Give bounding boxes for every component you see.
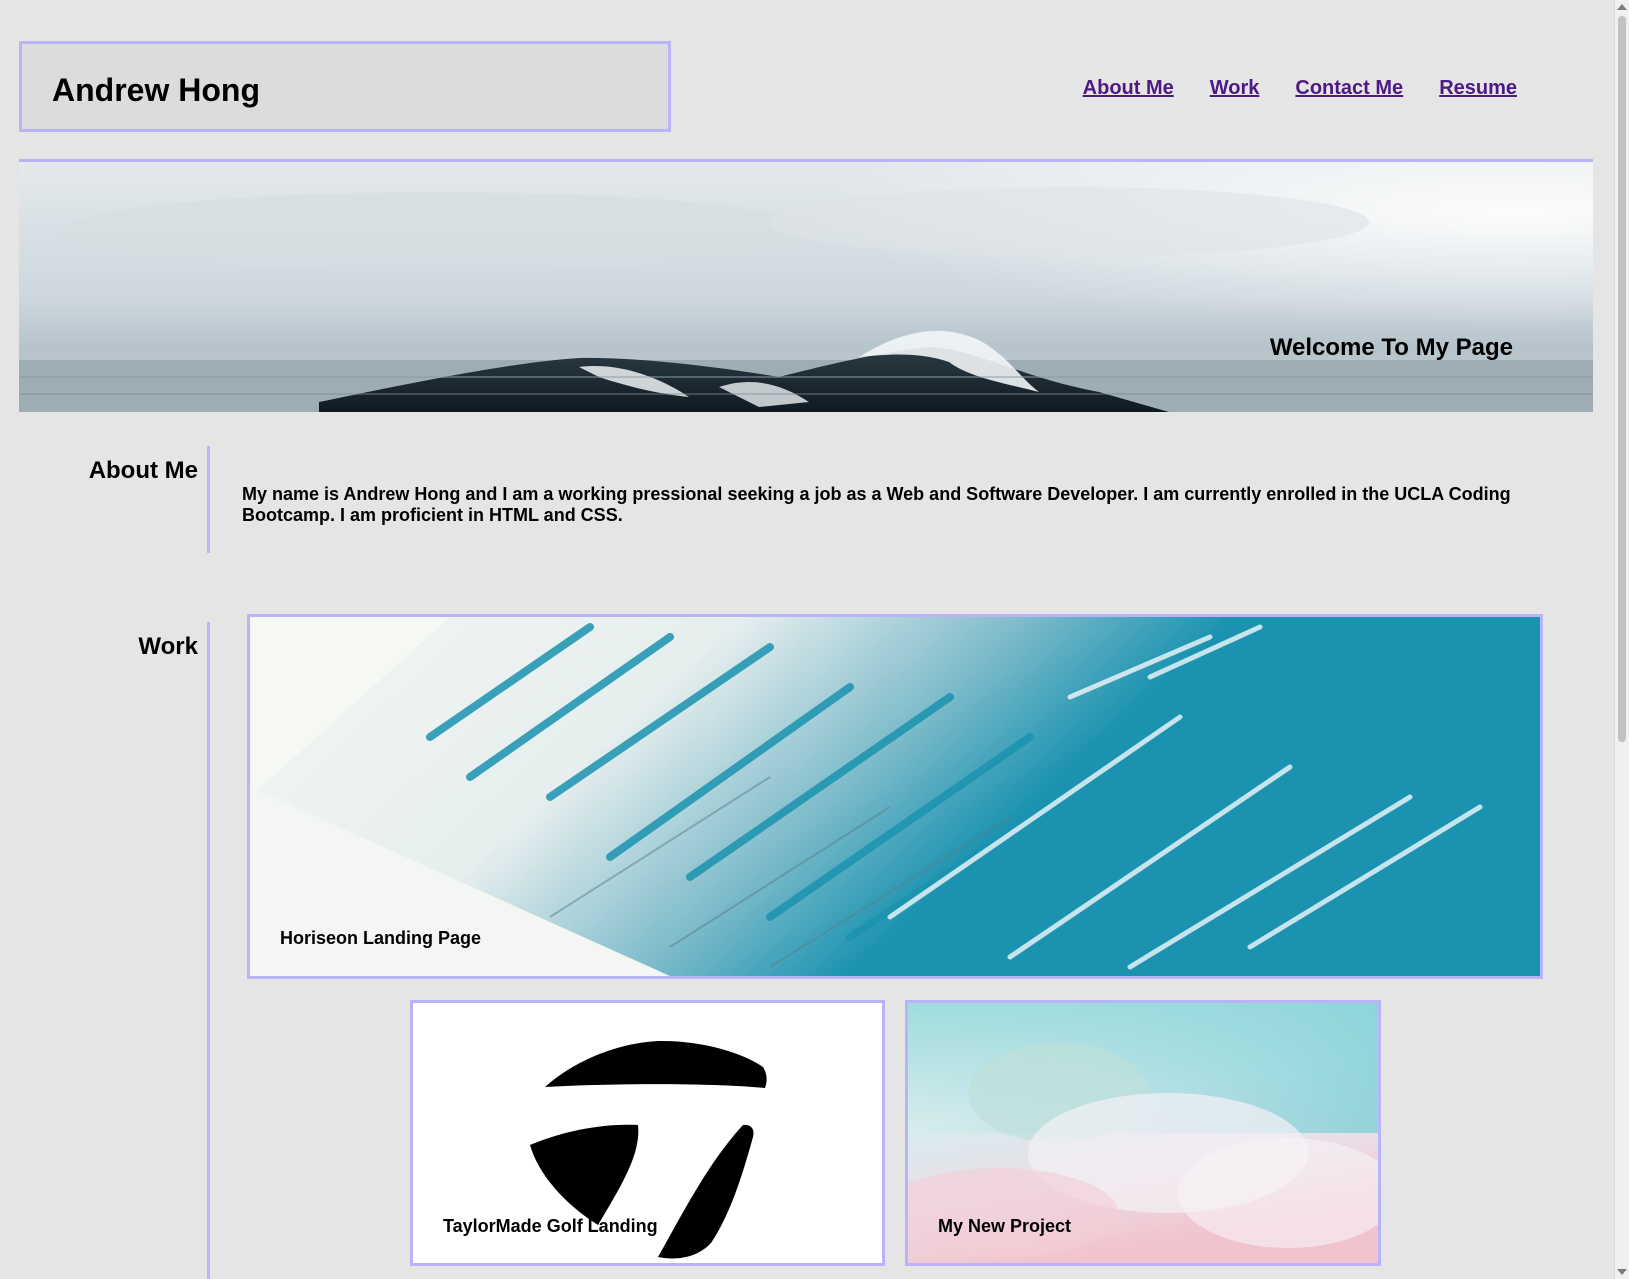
page: Andrew Hong About Me Work Contact Me Res… xyxy=(0,0,1629,1279)
about-heading: About Me xyxy=(88,457,198,484)
scroll-up-icon[interactable] xyxy=(1617,4,1627,10)
project-card-new-project[interactable]: My New Project xyxy=(905,1000,1381,1266)
about-divider xyxy=(207,446,210,553)
hero-banner: Welcome To My Page xyxy=(19,159,1593,412)
nav-link-work[interactable]: Work xyxy=(1210,76,1260,100)
vertical-scrollbar[interactable] xyxy=(1614,0,1629,1279)
project-label-new-project: My New Project xyxy=(938,1216,1072,1236)
site-title: Andrew Hong xyxy=(52,72,260,108)
project-label-taylormade: TaylorMade Golf Landing xyxy=(443,1216,658,1236)
hero-tagline: Welcome To My Page xyxy=(1269,334,1513,361)
scroll-down-icon[interactable] xyxy=(1617,1269,1627,1275)
project-card-horiseon[interactable]: Horiseon Landing Page xyxy=(247,614,1543,979)
nav-link-contact-me[interactable]: Contact Me xyxy=(1295,76,1403,100)
main-nav: About Me Work Contact Me Resume xyxy=(1083,76,1517,100)
nav-link-about-me[interactable]: About Me xyxy=(1083,76,1174,100)
work-heading: Work xyxy=(138,633,198,660)
nav-link-resume[interactable]: Resume xyxy=(1439,76,1517,100)
site-title-box: Andrew Hong xyxy=(19,41,671,132)
water-splash-image xyxy=(250,617,1540,976)
scrollbar-thumb[interactable] xyxy=(1618,16,1626,742)
about-text: My name is Andrew Hong and I am a workin… xyxy=(242,484,1511,525)
work-divider xyxy=(207,622,210,1279)
ocean-wave-image xyxy=(19,162,1593,412)
project-card-taylormade[interactable]: TaylorMade Golf Landing xyxy=(410,1000,885,1266)
project-label-horiseon: Horiseon Landing Page xyxy=(280,928,482,948)
